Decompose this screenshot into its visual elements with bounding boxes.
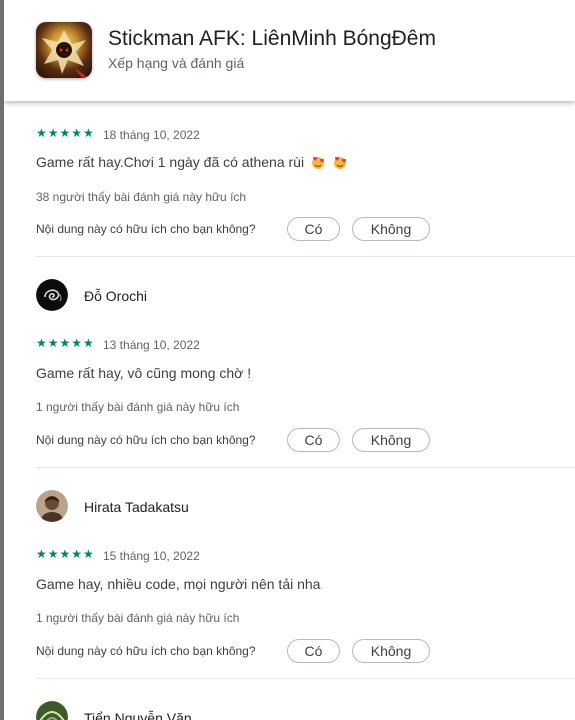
reviews-list[interactable]: ★★★★★ 18 tháng 10, 2022 Game rất hay.Chơ… <box>4 101 575 720</box>
helpful-count: 1 người thấy bài đánh giá này hữu ích <box>36 611 240 625</box>
review-date: 13 tháng 10, 2022 <box>103 338 200 352</box>
review-date: 18 tháng 10, 2022 <box>103 128 200 142</box>
helpful-question: Nội dung này có hữu ích cho bạn không? <box>36 644 256 658</box>
ratings-dialog: Stickman AFK: LiênMinh BóngĐêm Xếp hạng … <box>4 0 575 720</box>
helpful-count: 1 người thấy bài đánh giá này hữu ích <box>36 400 240 414</box>
review-date: 15 tháng 10, 2022 <box>103 549 200 563</box>
avatar <box>36 490 68 522</box>
helpful-yes-button[interactable]: Có <box>287 639 340 663</box>
author-name: Hirata Tadakatsu <box>84 499 189 515</box>
star-rating: ★★★★★ <box>36 336 95 350</box>
helpful-no-button[interactable]: Không <box>352 639 430 663</box>
face-with-hearts-icon <box>311 156 324 169</box>
app-title: Stickman AFK: LiênMinh BóngĐêm <box>108 27 436 50</box>
review-text: Game hay, nhiều code, mọi người nên tải … <box>36 576 321 592</box>
star-rating: ★★★★★ <box>36 547 95 561</box>
helpful-yes-button[interactable]: Có <box>287 217 340 241</box>
helpful-question: Nội dung này có hữu ích cho bạn không? <box>36 222 256 236</box>
helpful-question: Nội dung này có hữu ích cho bạn không? <box>36 433 256 447</box>
helpful-count: 38 người thấy bài đánh giá này hữu ích <box>36 190 247 204</box>
author-name: Đỗ Orochi <box>84 288 148 304</box>
author-name: Tiển Nguyễn Văn <box>84 710 192 720</box>
helpful-no-button[interactable]: Không <box>352 428 430 452</box>
star-rating: ★★★★★ <box>36 126 95 140</box>
review-divider <box>36 256 575 257</box>
review-text-content: Game rất hay.Chơi 1 ngày đã có athena rù… <box>36 154 305 170</box>
app-icon <box>36 22 92 78</box>
dialog-header: Stickman AFK: LiênMinh BóngĐêm Xếp hạng … <box>4 0 575 101</box>
dialog-subtitle: Xếp hạng và đánh giá <box>108 55 245 71</box>
avatar <box>36 701 68 720</box>
review-text: Game rất hay.Chơi 1 ngày đã có athena rù… <box>36 154 348 170</box>
avatar <box>36 279 68 311</box>
helpful-no-button[interactable]: Không <box>352 217 430 241</box>
face-with-hearts-icon <box>333 156 346 169</box>
review-text: Game rất hay, vô cũng mong chờ ! <box>36 365 252 381</box>
helpful-yes-button[interactable]: Có <box>287 428 340 452</box>
review-divider <box>36 678 575 679</box>
review-divider <box>36 467 575 468</box>
